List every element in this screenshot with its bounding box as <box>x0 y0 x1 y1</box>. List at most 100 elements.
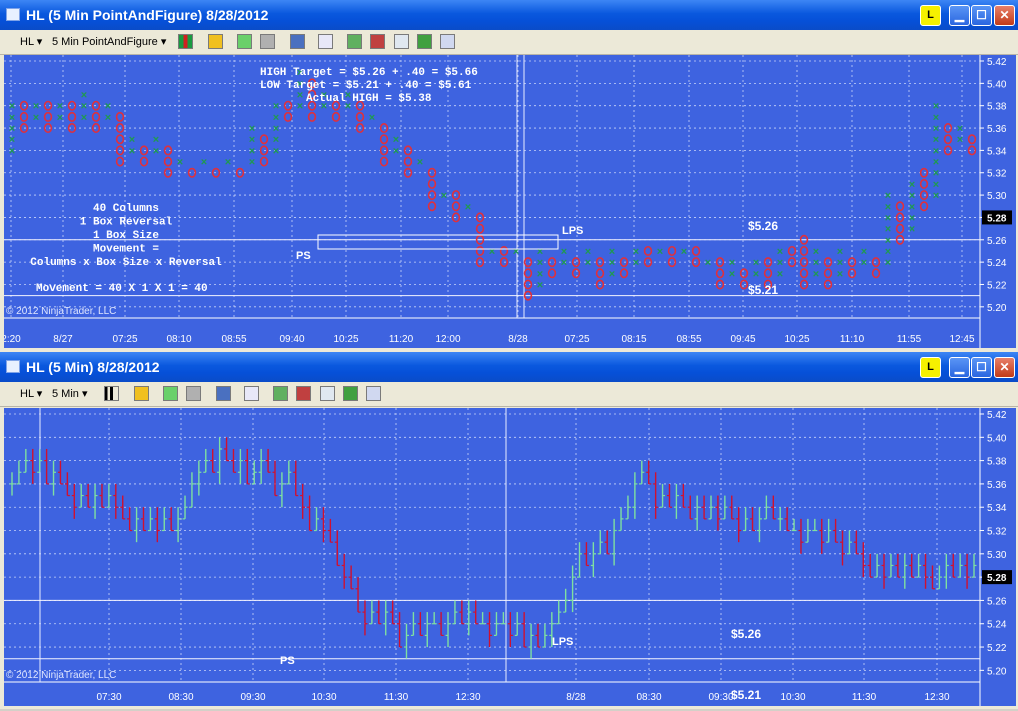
pnf-x-mark: × <box>777 268 783 280</box>
pnf-x-mark: × <box>9 123 15 135</box>
time-tick-label: 10:25 <box>333 334 358 345</box>
add-indicator-icon[interactable] <box>237 34 252 49</box>
time-tick-label: 08:30 <box>168 692 193 703</box>
time-tick-label: 08:10 <box>166 334 191 345</box>
level-low-label: $5.21 <box>731 688 761 702</box>
pnf-o-mark <box>787 245 797 256</box>
pnf-x-mark: × <box>9 145 15 157</box>
pnf-x-mark: × <box>885 257 891 269</box>
pnf-x-mark: × <box>57 101 63 113</box>
minimize-button[interactable]: ▁ <box>949 357 970 378</box>
chart-trader-icon[interactable] <box>417 34 432 49</box>
pnf-x-mark: × <box>837 257 843 269</box>
pnf-x-mark: × <box>933 157 939 169</box>
pnf-chart-svg[interactable]: 5.42 5.40 5.38 5.36 5.34 5.32 5.30 5.28 5.26 5.24… <box>1 55 1016 348</box>
pnf-x-mark: × <box>489 246 495 258</box>
pnf-x-mark: × <box>861 257 867 269</box>
pnf-x-mark: × <box>225 157 231 169</box>
period-selector[interactable]: 5 Min ▾ <box>52 387 87 400</box>
time-tick-label: 12:00 <box>435 334 460 345</box>
time-tick-label: 11:55 <box>897 334 922 345</box>
bar-type-icon[interactable] <box>104 386 119 401</box>
properties-icon[interactable] <box>394 34 409 49</box>
time-tick-label: 11:30 <box>852 692 877 703</box>
pnf-x-mark: × <box>393 134 399 146</box>
pnf-x-mark: × <box>81 101 87 113</box>
pnf-o-mark <box>571 268 581 279</box>
pnf-o-mark <box>595 268 605 279</box>
crosshair-icon[interactable] <box>290 34 305 49</box>
pnf-x-mark: × <box>273 123 279 135</box>
pnf-toolbar: HL ▾ 5 Min PointAndFigure ▾ <box>0 30 1018 55</box>
pnf-o-mark <box>451 201 461 212</box>
pnf-x-mark: × <box>81 90 87 102</box>
instrument-selector[interactable]: HL ▾ <box>20 387 42 400</box>
price-tick-label: 5.34 <box>987 503 1007 514</box>
pnf-x-mark: × <box>561 257 567 269</box>
pnf-x-mark: × <box>933 190 939 202</box>
link-button[interactable]: L <box>920 5 941 26</box>
pnf-o-mark <box>115 111 125 122</box>
close-button[interactable]: ✕ <box>994 5 1015 26</box>
indicators-icon[interactable] <box>347 34 362 49</box>
price-tick-label: 5.38 <box>987 102 1007 113</box>
price-tick-label: 5.20 <box>987 666 1007 677</box>
strategies-icon[interactable] <box>296 386 311 401</box>
drawing-tool-icon[interactable] <box>208 34 223 49</box>
bar-type-icon[interactable] <box>178 34 193 49</box>
pnf-chart-panel[interactable]: 5.42 5.40 5.38 5.36 5.34 5.32 5.30 5.28 5.26 5.24… <box>1 55 1016 348</box>
pnf-o-mark <box>871 268 881 279</box>
lps-label: LPS <box>562 225 583 237</box>
price-tick-label: 5.36 <box>987 124 1007 135</box>
pnf-o-mark <box>619 268 629 279</box>
remove-drawing-icon[interactable] <box>186 386 201 401</box>
close-button[interactable]: ✕ <box>994 357 1015 378</box>
bar-chart-panel[interactable]: 5.42 5.40 5.38 5.36 5.34 5.32 5.30 5.28 5.26 5.24… <box>4 408 1016 706</box>
pnf-o-mark <box>427 178 437 189</box>
time-tick-label: 12:30 <box>924 692 949 703</box>
drawing-tool-icon[interactable] <box>134 386 149 401</box>
movement-annotation: Movement = 40 X 1 X 1 = 40 <box>36 283 208 295</box>
pnf-o-mark <box>739 268 749 279</box>
pnf-x-mark: × <box>81 112 87 124</box>
method-annotation: 1 Box Size <box>93 230 159 242</box>
strategies-icon[interactable] <box>370 34 385 49</box>
crosshair-icon[interactable] <box>216 386 231 401</box>
pnf-x-mark: × <box>753 257 759 269</box>
zoom-icon[interactable] <box>318 34 333 49</box>
bar-chart-svg[interactable]: 5.42 5.40 5.38 5.36 5.34 5.32 5.30 5.28 5.26 5.24… <box>4 408 1016 706</box>
pnf-x-mark: × <box>297 101 303 113</box>
instrument-selector[interactable]: HL ▾ <box>20 35 42 48</box>
time-tick-label: 07:30 <box>96 692 121 703</box>
data-box-icon[interactable] <box>440 34 455 49</box>
link-button[interactable]: L <box>920 357 941 378</box>
pnf-x-mark: × <box>933 168 939 180</box>
method-annotation: 40 Columns <box>93 203 159 215</box>
time-tick-label: 08:55 <box>221 334 246 345</box>
indicators-icon[interactable] <box>273 386 288 401</box>
data-box-icon[interactable] <box>366 386 381 401</box>
zoom-icon[interactable] <box>244 386 259 401</box>
pnf-x-mark: × <box>465 201 471 213</box>
time-tick-label: 07:25 <box>112 334 137 345</box>
maximize-button[interactable]: ☐ <box>971 357 992 378</box>
remove-drawing-icon[interactable] <box>260 34 275 49</box>
bar-window-titlebar[interactable]: HL (5 Min) 8/28/2012 L ▁ ☐ ✕ <box>0 352 1018 382</box>
method-annotation: Movement = <box>93 244 159 256</box>
time-tick-label: 08:30 <box>636 692 661 703</box>
period-selector[interactable]: 5 Min PointAndFigure ▾ <box>52 35 166 48</box>
pnf-x-mark: × <box>753 268 759 280</box>
pnf-x-mark: × <box>129 134 135 146</box>
pnf-x-mark: × <box>705 257 711 269</box>
maximize-button[interactable]: ☐ <box>971 5 992 26</box>
lps-label: LPS <box>552 636 573 648</box>
pnf-window-titlebar[interactable]: HL (5 Min PointAndFigure) 8/28/2012 L ▁ … <box>0 0 1018 30</box>
price-tick-label: 5.24 <box>987 258 1007 269</box>
properties-icon[interactable] <box>320 386 335 401</box>
pnf-x-mark: × <box>513 246 519 258</box>
chart-trader-icon[interactable] <box>343 386 358 401</box>
minimize-button[interactable]: ▁ <box>949 5 970 26</box>
pnf-o-mark <box>115 156 125 167</box>
add-indicator-icon[interactable] <box>163 386 178 401</box>
pnf-o-mark <box>67 111 77 122</box>
